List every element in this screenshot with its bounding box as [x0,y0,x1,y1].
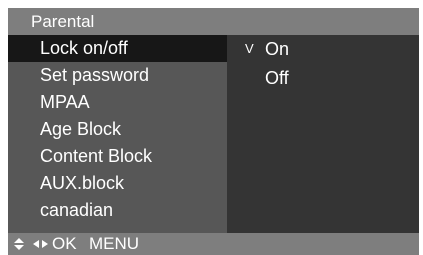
menu-list: Lock on/off Set password MPAA Age Block … [8,35,227,233]
menu-item-label: MPAA [40,92,90,112]
menu-item-canadian[interactable]: canadian [8,197,227,224]
menu-item-label: canadian [40,200,114,220]
menu-item-age-block[interactable]: Age Block [8,116,227,143]
menu-item-label: AUX.block [40,173,125,193]
menu-item-mpaa[interactable]: MPAA [8,89,227,116]
menu-item-aux-block[interactable]: AUX.block [8,170,227,197]
parental-osd-window: Parental Lock on/off Set password MPAA A… [8,8,419,255]
menu-item-lock-on-off[interactable]: Lock on/off [8,35,227,62]
menu-item-label: Age Block [40,119,122,139]
menu-item-content-block[interactable]: Content Block [8,143,227,170]
menu-item-set-password[interactable]: Set password [8,62,227,89]
menu-item-label: Lock on/off [40,38,128,58]
check-mark-icon: V [245,41,254,56]
menu-title: Parental [31,12,95,31]
menu-item-label: Content Block [40,146,153,166]
menu-item-label: Set password [40,65,150,85]
navigation-arrows-icon [14,238,48,250]
left-right-arrow-icon [33,240,48,248]
option-on[interactable]: V On [227,36,419,63]
option-off[interactable]: Off [227,65,419,92]
option-label: On [265,39,290,59]
help-menu-label: MENU [89,234,140,253]
help-ok-label: OK [52,234,77,253]
help-bar: OK MENU [8,233,419,255]
up-down-arrow-icon [14,238,24,250]
options-panel: V On Off [227,35,419,233]
option-label: Off [265,68,289,88]
menu-title-bar: Parental [8,8,419,35]
